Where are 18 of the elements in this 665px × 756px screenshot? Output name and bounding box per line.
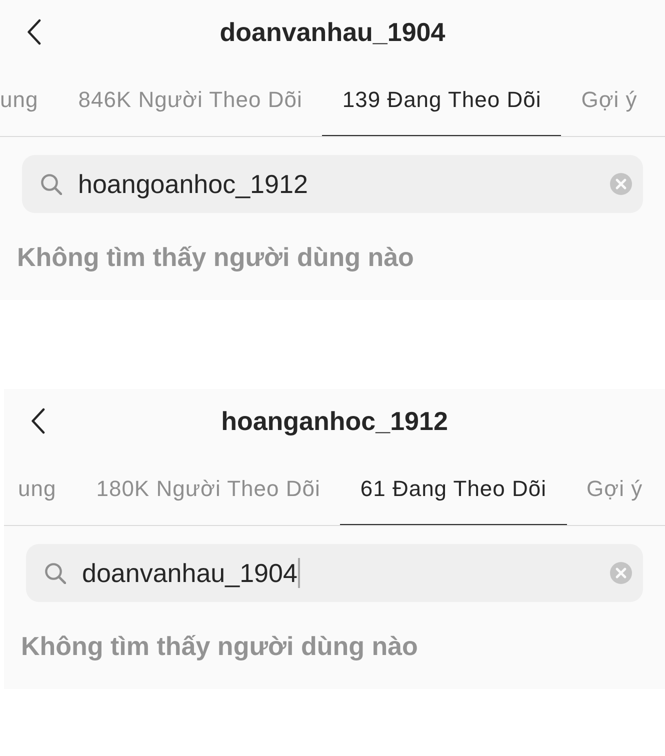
back-icon[interactable] bbox=[31, 408, 45, 434]
back-icon[interactable] bbox=[27, 19, 41, 45]
tab[interactable]: ung bbox=[0, 64, 58, 136]
search-field[interactable]: hoangoanhoc_1912 bbox=[22, 155, 643, 213]
profile-username: hoanganhoc_1912 bbox=[221, 406, 448, 436]
profile-username: doanvanhau_1904 bbox=[220, 16, 446, 48]
search-icon bbox=[41, 174, 62, 194]
tab[interactable]: 846K Người Theo Dõi bbox=[58, 64, 322, 136]
tab[interactable]: 180K Người Theo Dõi bbox=[76, 453, 340, 525]
search-field[interactable]: doanvanhau_1904 bbox=[26, 544, 643, 602]
search-icon bbox=[45, 562, 66, 584]
empty-message: Không tìm thấy người dùng nào bbox=[17, 242, 414, 273]
empty-message: Không tìm thấy người dùng nào bbox=[21, 631, 418, 662]
tab[interactable]: Gợi ý bbox=[561, 64, 658, 136]
tab[interactable]: 139 Đang Theo Dõi bbox=[322, 64, 562, 136]
tab[interactable]: 61 Đang Theo Dõi bbox=[340, 453, 567, 525]
tab[interactable]: ung bbox=[4, 453, 76, 525]
tab[interactable]: Gợi ý bbox=[566, 453, 663, 525]
